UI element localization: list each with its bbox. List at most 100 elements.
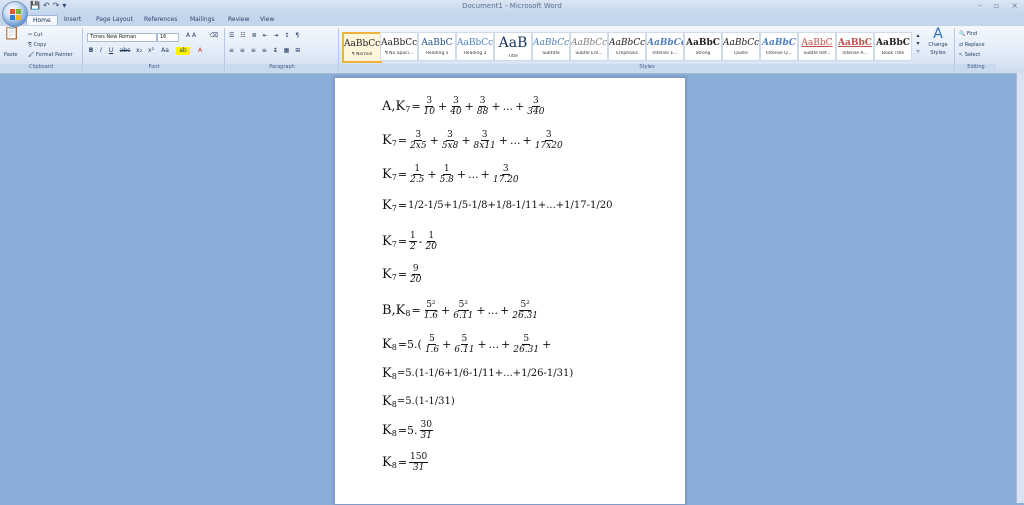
fraction: 3 340: [526, 96, 545, 117]
tab-insert[interactable]: Insert: [58, 15, 87, 24]
fraction: 12: [409, 231, 417, 252]
fraction: 5 6.11: [453, 334, 475, 355]
expression-text: =5.(1-1/6+1/6-1/11+...+1/26-1/31): [396, 368, 574, 379]
cut-button[interactable]: ✂ Cut: [28, 32, 42, 38]
math-line-8: K 8 =5.( 5 1.6 + 5 6.11 + ... + 5 26.31 +: [382, 334, 552, 355]
style-intense-emphasis[interactable]: AaBbCc Intense E...: [646, 32, 684, 61]
style-preview: AaBbCc: [457, 38, 493, 48]
tab-mailings[interactable]: Mailings: [184, 15, 221, 24]
vertical-scrollbar[interactable]: [1016, 73, 1024, 503]
denominator: 26.31: [513, 345, 540, 355]
style-heading-1[interactable]: AaBbC Heading 1: [418, 32, 456, 61]
style-strong[interactable]: AaBbC Strong: [684, 32, 722, 61]
denominator: 2.5: [410, 175, 425, 185]
select-button[interactable]: ↖ Select: [959, 52, 980, 58]
style-no-spacing[interactable]: AaBbCc ¶ No Spaci...: [380, 32, 418, 61]
style-preview: AaBbC: [838, 38, 872, 48]
math-line-11: K 8 =5. 30 31: [382, 420, 434, 441]
strikethrough-button[interactable]: abc: [118, 47, 132, 55]
denominator: 2x5: [410, 141, 427, 151]
numerator: 3: [478, 96, 487, 107]
underline-button[interactable]: U: [107, 47, 115, 55]
style-intense-reference[interactable]: AaBbC Intense R...: [836, 32, 874, 61]
ellipsis: ...: [487, 304, 499, 317]
line-label: A,K: [382, 99, 406, 114]
subscript-button[interactable]: x₂: [134, 47, 144, 55]
line-label: K: [382, 267, 392, 282]
numerator: 1: [427, 231, 436, 242]
replace-button[interactable]: ⇄ Replace: [959, 42, 985, 48]
minimize-button[interactable]: –: [978, 1, 982, 10]
paste-label[interactable]: Paste: [4, 52, 18, 58]
denominator: 88: [476, 107, 489, 117]
window-title: Document1 - Microsoft Word: [462, 2, 562, 10]
ellipsis: ...: [468, 168, 479, 181]
style-book-title[interactable]: AaBbC Book Title: [874, 32, 912, 61]
ribbon-tabs: Home Insert Page Layout References Maili…: [0, 13, 1024, 26]
clear-format-icon[interactable]: ⌫: [208, 32, 220, 40]
copy-button[interactable]: ⎘ Copy: [28, 42, 46, 48]
close-button[interactable]: ×: [1011, 1, 1018, 10]
change-styles-icon: A: [933, 26, 943, 42]
style-quote[interactable]: AaBbCc Quote: [722, 32, 760, 61]
tab-review[interactable]: Review: [222, 15, 255, 24]
prefix-text: =5.(: [397, 338, 422, 351]
subscript: 8: [391, 372, 397, 381]
style-subtle-reference[interactable]: AaBbC Subtle Ref...: [798, 32, 836, 61]
maximize-button[interactable]: ▫: [994, 1, 999, 10]
grow-shrink-font-buttons[interactable]: A A: [180, 32, 202, 40]
math-line-a: A,K 7 = 3 10 + 3 40 + 3 88 + ... + 3 340: [382, 96, 545, 117]
tab-page-layout[interactable]: Page Layout: [90, 15, 139, 24]
bold-button[interactable]: B: [87, 47, 95, 55]
tab-references[interactable]: References: [138, 15, 183, 24]
style-preview: AaBbCc: [344, 39, 380, 49]
denominator: 10: [423, 107, 435, 117]
style-preview: AaBbCc: [647, 38, 683, 48]
subscript: 8: [391, 400, 397, 409]
font-color-icon[interactable]: A: [194, 47, 206, 55]
office-button[interactable]: [2, 1, 28, 27]
highlight-icon[interactable]: ab: [176, 47, 190, 55]
style-normal[interactable]: AaBbCc ¶ Normal: [342, 32, 382, 63]
change-case-button[interactable]: Aa: [159, 47, 171, 55]
alignment-buttons[interactable]: ≡ ≡ ≡ ≡ ↨ ▦ ⊞: [229, 47, 333, 55]
style-preview: AaBbC: [421, 38, 453, 48]
style-emphasis[interactable]: AaBbCc Emphasis: [608, 32, 646, 61]
change-styles-button[interactable]: A Change Styles: [926, 27, 950, 57]
denominator: 17.20: [492, 175, 519, 185]
paste-icon[interactable]: 📋: [3, 27, 21, 40]
subscript: 7: [391, 204, 397, 213]
font-family-select[interactable]: Times New Roman: [87, 33, 157, 42]
denominator: 26.31: [512, 311, 539, 321]
styles-scroll-icon[interactable]: ▴ ▾ ▿: [914, 32, 922, 56]
italic-button[interactable]: I: [97, 47, 105, 55]
list-indent-buttons[interactable]: ☰ ☷ ≣ ⇤ ⇥ ↕ ¶: [229, 32, 333, 40]
math-line-12: K 8 = 150 31: [382, 452, 429, 473]
tab-home[interactable]: Home: [26, 15, 58, 25]
fraction: 3 8x11: [473, 130, 497, 151]
font-group: Times New Roman 16 A A ⌫ B I U abc x₂ x²…: [84, 28, 225, 72]
superscript-button[interactable]: x²: [146, 47, 156, 55]
style-name: Heading 1: [425, 51, 449, 56]
format-painter-button[interactable]: 🖌 Format Painter: [28, 52, 73, 58]
equals: =: [411, 100, 421, 113]
fraction: 5² 6.11: [452, 300, 474, 321]
title-bar: 💾 ↶ ↷ ▾ Document1 - Microsoft Word – ▫ ×: [0, 0, 1024, 13]
denominator: 20: [425, 242, 437, 252]
fraction: 3 40: [449, 96, 462, 117]
find-button[interactable]: 🔍 Find: [959, 31, 977, 37]
font-size-select[interactable]: 16: [157, 33, 179, 42]
style-subtitle[interactable]: AaBbCc. Subtitle: [532, 32, 570, 61]
style-name: Book Title: [881, 51, 905, 56]
tab-view[interactable]: View: [254, 15, 280, 24]
style-name: Title: [508, 54, 518, 59]
style-title[interactable]: AaB Title: [494, 32, 532, 61]
style-intense-quote[interactable]: AaBbC Intense Q...: [760, 32, 798, 61]
line-label: B,K: [382, 303, 406, 318]
style-heading-2[interactable]: AaBbCc Heading 2: [456, 32, 494, 61]
denominator: 20: [410, 275, 422, 285]
fraction: 3 17.20: [492, 164, 520, 185]
style-subtle-emphasis[interactable]: AaBbCc Subtle Em...: [570, 32, 608, 61]
document-page[interactable]: A,K 7 = 3 10 + 3 40 + 3 88 + ... + 3 340 K 7 = 3 2x5 +…: [334, 77, 686, 505]
line-label: K: [382, 423, 392, 438]
